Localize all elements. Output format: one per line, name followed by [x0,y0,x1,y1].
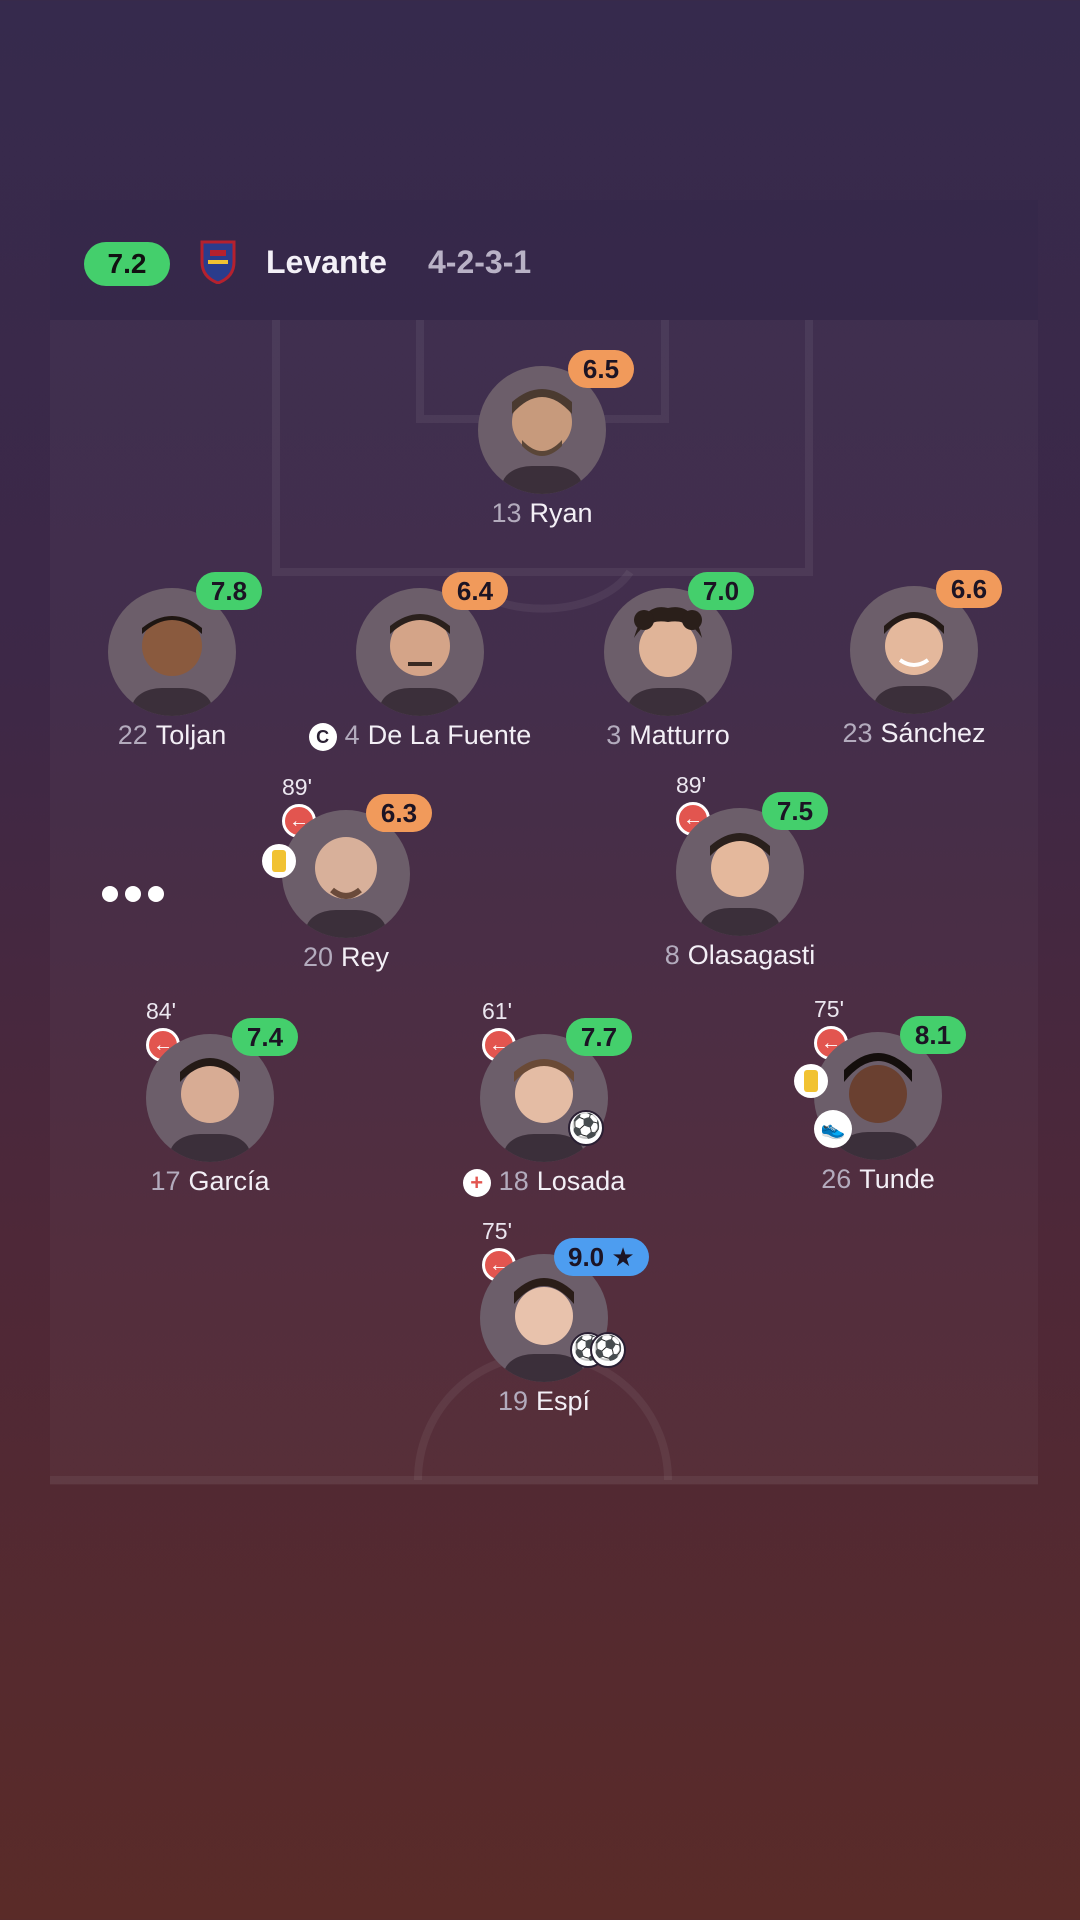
player-rey[interactable]: 89' ← 6.3 20 Rey [196,774,496,972]
player-tunde[interactable]: 75' ← 8.1 👟 26 Tunde [728,996,1028,1194]
team-rating-badge: 7.2 [84,242,170,286]
player-rating-badge: 6.6 [936,570,1002,608]
player-rating-badge: 7.4 [232,1018,298,1056]
football-icon: ⚽ [590,1332,626,1368]
captain-icon: C [308,722,337,751]
player-name: +18 Losada [354,1166,734,1197]
player-rating-badge: 9.0 ★ [554,1238,649,1276]
player-name: 26 Tunde [821,1164,935,1194]
yellow-card-icon [262,844,296,878]
player-name: 17 García [150,1166,270,1196]
formation-label: 4-2-3-1 [428,244,532,280]
substitution-minute: 89' [282,774,312,800]
player-name: 19 Espí [497,1386,591,1416]
more-icon[interactable] [102,886,171,907]
player-rating-badge: 6.4 [442,572,508,610]
substitution-minute: 61' [482,998,512,1024]
player-espi[interactable]: 75' ← 9.0 ★ ⚽ ⚽ 19 Espí [394,1218,694,1416]
injury-icon: + [462,1168,491,1197]
player-rating-badge: 7.0 [688,572,754,610]
boot-icon: 👟 [814,1110,852,1148]
substitution-minute: 75' [814,996,844,1022]
player-name: 20 Rey [302,942,390,972]
substitution-minute: 75' [482,1218,512,1244]
player-rating-badge: 7.7 [566,1018,632,1056]
player-rating-badge: 8.1 [900,1016,966,1054]
football-icon: ⚽ [568,1110,604,1146]
player-rating-badge: 7.8 [196,572,262,610]
player-ryan[interactable]: 6.5 13 Ryan [392,336,692,528]
team-crest-icon [200,240,236,284]
player-name: 23 Sánchez [842,718,986,748]
player-rating-badge: 7.5 [762,792,828,830]
team-name: Levante [266,244,387,280]
substitution-minute: 89' [676,772,706,798]
player-name: 13 Ryan [491,498,593,528]
player-rating-badge: 6.5 [568,350,634,388]
substitution-minute: 84' [146,998,176,1024]
yellow-card-icon [794,1064,828,1098]
player-losada[interactable]: 61' ← 7.7 ⚽ +18 Losada [394,998,694,1197]
player-name: 8 Olasagasti [664,940,816,970]
player-olasagasti[interactable]: 89' ← 7.5 8 Olasagasti [590,772,890,970]
player-rating-badge: 6.3 [366,794,432,832]
player-sanchez[interactable]: 6.6 23 Sánchez [764,556,1064,748]
